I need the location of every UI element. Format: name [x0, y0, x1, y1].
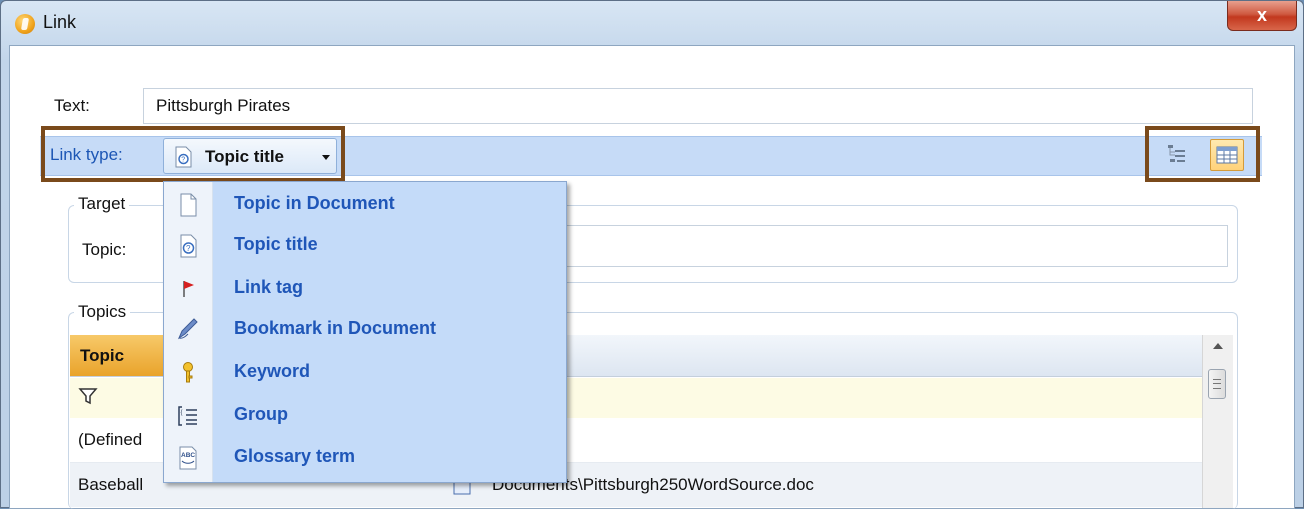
text-field[interactable]: Pittsburgh Pirates [143, 88, 1253, 124]
topic-document-icon: ? [175, 146, 192, 168]
menu-item-glossary-term[interactable]: ABC Glossary term [164, 437, 566, 478]
app-icon [15, 14, 35, 34]
menu-item-label: Bookmark in Document [234, 318, 437, 338]
close-button[interactable]: x [1227, 1, 1297, 31]
key-icon [183, 362, 193, 383]
link-type-dropdown[interactable]: ? Topic title [163, 138, 337, 174]
table-cell-topic: (Defined [78, 430, 143, 449]
blank-document-icon [180, 193, 197, 217]
scroll-thumb[interactable] [1208, 369, 1226, 399]
tree-view-icon[interactable] [1166, 143, 1190, 167]
topic-label: Topic: [82, 240, 127, 259]
chevron-down-icon [322, 155, 330, 160]
topics-legend: Topics [74, 302, 131, 322]
text-label: Text: [54, 96, 90, 115]
red-flag-icon [183, 281, 194, 297]
filter-icon[interactable] [78, 386, 98, 406]
menu-item-label: Group [234, 404, 288, 424]
target-legend: Target [74, 194, 130, 214]
svg-text:?: ? [181, 157, 185, 164]
svg-text:{: { [181, 410, 183, 416]
table-view-button[interactable] [1210, 139, 1244, 171]
menu-item-bookmark-in-document[interactable]: Bookmark in Document [164, 309, 566, 350]
menu-item-keyword[interactable]: Keyword [164, 352, 566, 393]
link-type-value: Topic title [205, 147, 285, 166]
vertical-scrollbar[interactable] [1202, 335, 1233, 508]
bookmark-pen-icon [177, 318, 198, 340]
table-cell-topic: Baseball [78, 475, 144, 494]
menu-item-link-tag[interactable]: Link tag [164, 268, 566, 309]
svg-text:ABC: ABC [181, 452, 195, 459]
menu-item-label: Link tag [234, 277, 304, 297]
topic-document-icon: ? [180, 234, 197, 258]
svg-text:?: ? [186, 244, 191, 253]
menu-item-label: Topic title [234, 234, 318, 254]
scroll-up-icon[interactable] [1213, 343, 1223, 349]
link-type-label: Link type: [50, 145, 123, 164]
title-bar[interactable]: Link x [1, 1, 1303, 45]
menu-item-topic-title[interactable]: ? Topic title [164, 225, 566, 266]
table-view-icon [1216, 146, 1238, 164]
menu-item-group[interactable]: { Group [164, 395, 566, 436]
menu-item-topic-in-document[interactable]: Topic in Document [164, 184, 566, 225]
menu-item-label: Glossary term [234, 446, 356, 466]
window-title: Link [43, 12, 77, 32]
group-list-icon: { [178, 406, 197, 426]
abc-glossary-icon: ABC [179, 446, 197, 470]
link-type-menu: Topic in Document ? Topic title Link tag… [163, 181, 567, 483]
menu-item-label: Keyword [234, 361, 311, 381]
menu-item-label: Topic in Document [234, 193, 395, 213]
column-header-topic[interactable]: Topic [70, 335, 170, 377]
